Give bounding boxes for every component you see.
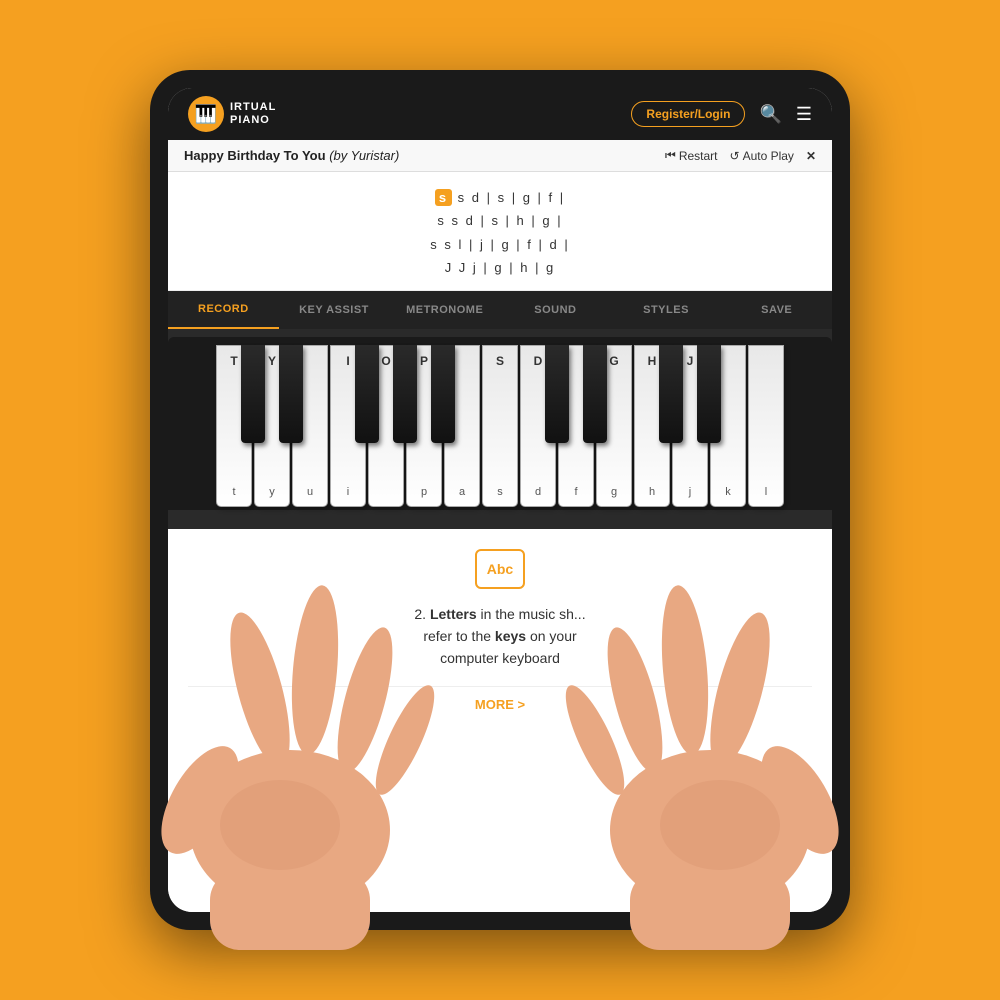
restart-button[interactable]: ⏮ Restart <box>665 148 718 163</box>
piano-black-key-4[interactable] <box>393 345 417 443</box>
sheet-line-1: s s d | s | g | f | <box>188 186 812 209</box>
more-link[interactable]: MORE > <box>188 686 812 712</box>
piano-black-key-9[interactable] <box>697 345 721 443</box>
piano-black-key-3[interactable] <box>355 345 379 443</box>
sheet-line-4: J J j | g | h | g <box>188 256 812 279</box>
autoplay-button[interactable]: ↺ Auto Play <box>730 149 794 163</box>
song-controls: ⏮ Restart ↺ Auto Play ✕ <box>665 148 816 163</box>
sheet-line-2: s s d | s | h | g | <box>188 209 812 232</box>
piano-black-key-8[interactable] <box>659 345 683 443</box>
piano-key-S[interactable]: S s <box>482 345 518 507</box>
tablet-frame: 🎹 IRTUAL PIANO Register/Login 🔍 ☰ Happy … <box>150 70 850 930</box>
song-bar: Happy Birthday To You (by Yuristar) ⏮ Re… <box>168 140 832 172</box>
toolbar-styles[interactable]: STYLES <box>611 291 722 329</box>
piano-keys: T t Y y u <box>215 345 785 510</box>
piano-area: T t Y y u <box>168 329 832 529</box>
piano-black-key-7[interactable] <box>583 345 607 443</box>
menu-icon[interactable]: ☰ <box>796 104 812 125</box>
piano-key-l[interactable]: l <box>748 345 784 507</box>
piano-black-key-5[interactable] <box>431 345 455 443</box>
logo-area: 🎹 IRTUAL PIANO <box>188 96 276 132</box>
toolbar-record[interactable]: RECORD <box>168 291 279 329</box>
register-button[interactable]: Register/Login <box>631 101 745 127</box>
toolbar-sound[interactable]: SOUND <box>500 291 611 329</box>
piano-black-key-2[interactable] <box>279 345 303 443</box>
sheet-area: s s d | s | g | f | s s d | s | h | g | … <box>168 172 832 291</box>
sheet-line-3: s s l | j | g | f | d | <box>188 233 812 256</box>
logo-icon: 🎹 <box>188 96 224 132</box>
close-button[interactable]: ✕ <box>806 149 816 163</box>
logo-text: IRTUAL PIANO <box>230 101 276 127</box>
info-letters-bold: Letters <box>430 606 477 622</box>
piano-black-key-1[interactable] <box>241 345 265 443</box>
piano-wrapper: T t Y y u <box>168 337 832 510</box>
info-panel: Abc 2. Letters in the music sh... refer … <box>168 529 832 912</box>
header-right: Register/Login 🔍 ☰ <box>631 101 812 127</box>
info-icon-box: Abc <box>475 549 525 589</box>
toolbar: RECORD KEY ASSIST METRONOME SOUND STYLES… <box>168 291 832 329</box>
search-icon[interactable]: 🔍 <box>759 104 781 125</box>
toolbar-metronome[interactable]: METRONOME <box>389 291 500 329</box>
toolbar-save[interactable]: SAVE <box>721 291 832 329</box>
piano-black-key-6[interactable] <box>545 345 569 443</box>
info-keys-bold: keys <box>495 628 526 644</box>
header: 🎹 IRTUAL PIANO Register/Login 🔍 ☰ <box>168 88 832 140</box>
tablet-screen: 🎹 IRTUAL PIANO Register/Login 🔍 ☰ Happy … <box>168 88 832 912</box>
toolbar-key-assist[interactable]: KEY ASSIST <box>279 291 390 329</box>
info-text: 2. Letters in the music sh... refer to t… <box>414 603 585 670</box>
song-title: Happy Birthday To You (by Yuristar) <box>184 148 399 163</box>
